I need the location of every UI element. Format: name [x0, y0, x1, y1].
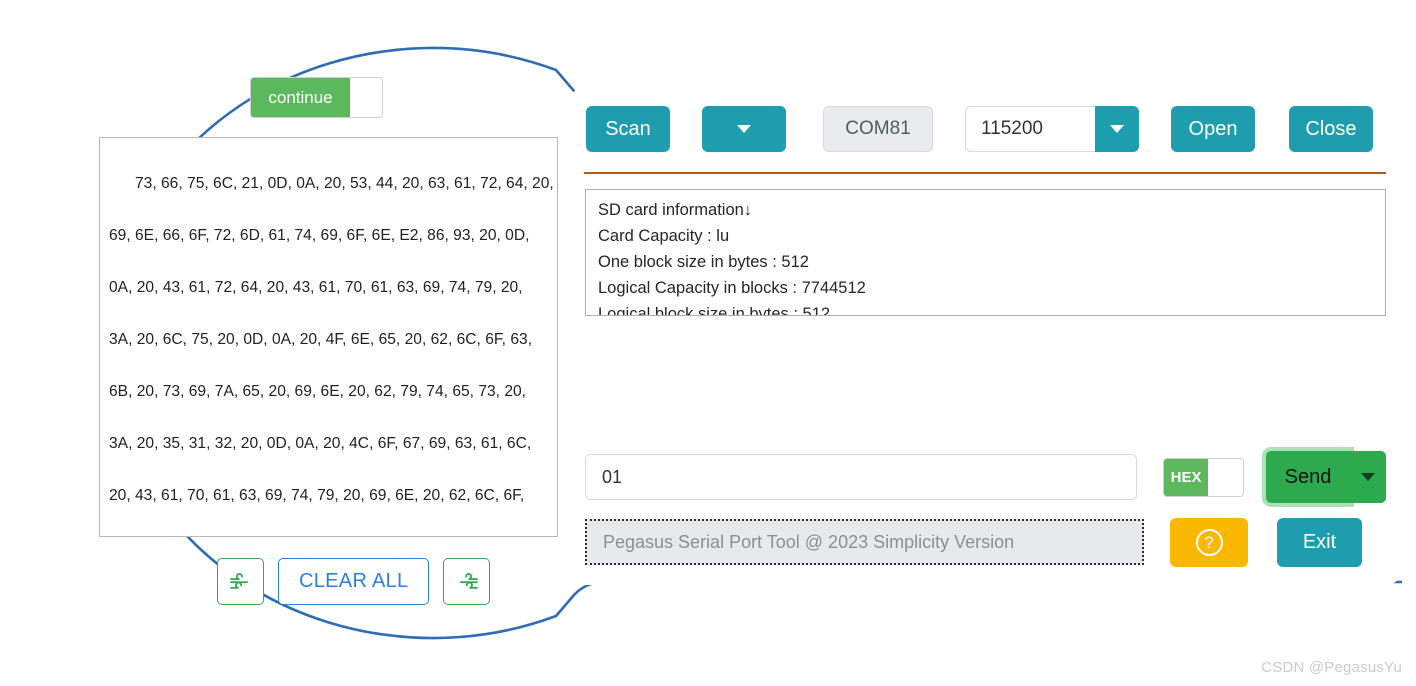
wind-right-button[interactable]	[443, 558, 491, 605]
receive-hex-line: 73, 66, 75, 6C, 21, 0D, 0A, 20, 53, 44, …	[135, 175, 554, 192]
exit-button[interactable]: Exit	[1277, 517, 1362, 567]
status-controls-row: Pegasus Serial Port Tool @ 2023 Simplici…	[585, 517, 1386, 567]
send-button-group: Send	[1266, 451, 1386, 503]
info-line: One block size in bytes : 512	[598, 253, 809, 271]
help-button[interactable]: ?	[1170, 517, 1248, 567]
chevron-down-icon	[1361, 473, 1375, 481]
close-port-button[interactable]: Close	[1289, 106, 1373, 152]
open-port-button[interactable]: Open	[1171, 106, 1255, 152]
wind-icon	[229, 572, 248, 589]
chevron-down-icon	[737, 125, 751, 133]
port-display-field[interactable]: COM81	[823, 106, 933, 152]
close-label: Close	[1305, 117, 1357, 140]
baudrate-input[interactable]: 115200	[965, 106, 1095, 152]
baudrate-value: 115200	[981, 118, 1043, 139]
receive-action-buttons: CLEAR ALL	[217, 558, 491, 605]
clear-all-label: CLEAR ALL	[299, 570, 409, 592]
info-line: SD card information↓	[598, 201, 753, 219]
hex-mode-toggle[interactable]: HEX	[1163, 457, 1244, 497]
send-controls-row: 01 HEX Send	[585, 451, 1386, 503]
chevron-down-icon	[1110, 125, 1124, 133]
receive-hex-line: 6B, 20, 73, 69, 7A, 65, 20, 69, 6E, 20, …	[109, 383, 527, 400]
receive-hex-textarea[interactable]: 73, 66, 75, 6C, 21, 0D, 0A, 20, 53, 44, …	[99, 137, 558, 537]
wind-left-button[interactable]	[217, 558, 264, 605]
port-dropdown-button[interactable]	[702, 106, 786, 152]
port-value: COM81	[845, 118, 911, 139]
serial-tool-window: Scan COM81 115200 Open Close SD card inf…	[568, 88, 1402, 585]
wind-icon	[459, 572, 478, 589]
send-input-value: 01	[602, 466, 623, 487]
scan-label: Scan	[605, 117, 651, 140]
exit-label: Exit	[1302, 530, 1337, 553]
open-label: Open	[1188, 117, 1238, 140]
send-button[interactable]: Send	[1266, 451, 1350, 503]
info-line: Card Capacity : lu	[598, 227, 730, 245]
baudrate-combobox[interactable]: 115200	[965, 106, 1139, 152]
hex-toggle-track	[1208, 458, 1243, 496]
baudrate-dropdown-button[interactable]	[1095, 106, 1139, 152]
send-label: Send	[1284, 465, 1332, 488]
info-line: Logical Capacity in blocks : 7744512	[598, 279, 866, 297]
send-input[interactable]: 01	[585, 454, 1138, 500]
send-dropdown-button[interactable]	[1350, 451, 1386, 503]
status-text: Pegasus Serial Port Tool @ 2023 Simplici…	[603, 531, 1015, 552]
magnified-left-region: continue 73, 66, 75, 6C, 21, 0D, 0A, 20,…	[0, 0, 600, 640]
hex-toggle-label: HEX	[1164, 458, 1209, 496]
receive-info-textarea[interactable]: SD card information↓ Card Capacity : lu …	[585, 189, 1386, 316]
receive-hex-line: 3A, 20, 6C, 75, 20, 0D, 0A, 20, 4F, 6E, …	[109, 331, 533, 348]
watermark: CSDN @PegasusYu	[1261, 659, 1402, 676]
continue-toggle-label: continue	[251, 78, 350, 117]
question-mark-icon: ?	[1195, 528, 1223, 556]
connection-toolbar: Scan COM81 115200 Open Close	[586, 106, 1373, 152]
status-bar: Pegasus Serial Port Tool @ 2023 Simplici…	[585, 519, 1144, 565]
receive-hex-line: 69, 6E, 66, 6F, 72, 6D, 61, 74, 69, 6F, …	[109, 227, 530, 244]
receive-hex-line: 20, 43, 61, 70, 61, 63, 69, 74, 79, 20, …	[109, 487, 525, 504]
continue-toggle-track	[350, 78, 382, 117]
clear-all-button[interactable]: CLEAR ALL	[278, 558, 430, 605]
toolbar-divider	[584, 172, 1386, 174]
continue-toggle[interactable]: continue	[250, 77, 383, 118]
screenshot-root: continue 73, 66, 75, 6C, 21, 0D, 0A, 20,…	[0, 0, 1416, 686]
info-line: Logical block size in bytes : 512	[598, 305, 831, 316]
receive-hex-line: 3A, 20, 35, 31, 32, 20, 0D, 0A, 20, 4C, …	[109, 435, 532, 452]
receive-hex-line: 0A, 20, 43, 61, 72, 64, 20, 43, 61, 70, …	[109, 279, 523, 296]
scan-button[interactable]: Scan	[586, 106, 670, 152]
